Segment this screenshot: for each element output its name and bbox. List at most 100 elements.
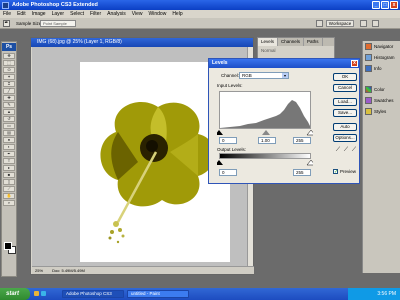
taskbar: start Adobe Photoshop CS3 untitled - Pai… xyxy=(0,288,400,300)
magic-wand-tool-icon[interactable]: ✦ xyxy=(3,74,15,80)
auto-button[interactable]: Auto xyxy=(333,123,357,131)
white-eyedropper-icon[interactable]: ⟋ xyxy=(351,147,357,154)
history-brush-tool-icon[interactable]: ↺ xyxy=(3,116,15,122)
color-icon xyxy=(365,86,372,93)
bridge-icon[interactable] xyxy=(316,20,323,27)
eyedropper-tool-icon[interactable]: ✒ xyxy=(3,20,10,27)
clock[interactable]: 3:56 PM xyxy=(377,291,396,297)
blend-mode[interactable]: Normal xyxy=(258,46,334,55)
ok-button[interactable]: OK xyxy=(333,73,357,81)
channel-value: RGB xyxy=(242,73,252,78)
chevron-down-icon: ▾ xyxy=(282,73,288,78)
levels-close-button[interactable]: x xyxy=(351,60,358,67)
gradient-tool-icon[interactable]: ▤ xyxy=(3,130,15,136)
close-button[interactable]: x xyxy=(390,1,398,9)
histogram-graph xyxy=(220,100,310,128)
output-black-field[interactable]: 0 xyxy=(219,169,237,176)
dock-swatches[interactable]: Swatches xyxy=(363,95,400,106)
lasso-tool-icon[interactable]: ʘ xyxy=(3,67,15,73)
palette-well-icon-2[interactable] xyxy=(372,20,379,27)
document-status-bar: 25% Doc: 5.49M/5.49M xyxy=(32,266,254,274)
channel-label: Channel: xyxy=(221,73,240,78)
levels-title-bar[interactable]: Levels x xyxy=(209,59,359,68)
blur-tool-icon[interactable]: ● xyxy=(3,137,15,143)
doc-info[interactable]: Doc: 5.49M/5.49M xyxy=(52,267,85,275)
menu-layer[interactable]: Layer xyxy=(52,11,65,17)
sample-size-label: Sample Size: xyxy=(16,21,43,26)
menu-image[interactable]: Image xyxy=(32,11,46,17)
black-eyedropper-icon[interactable]: ⟋ xyxy=(335,147,341,154)
cancel-button[interactable]: Cancel xyxy=(333,84,357,92)
menu-bar: File Edit Image Layer Select Filter Anal… xyxy=(0,10,400,18)
move-tool-icon[interactable]: ✥ xyxy=(3,53,15,59)
histogram-icon xyxy=(365,54,372,61)
ps-logo[interactable]: Ps xyxy=(2,43,16,51)
eraser-tool-icon[interactable]: ▭ xyxy=(3,123,15,129)
toolbox: Ps ✥ ⬚ ʘ ✦ ⌗ ╱ ✚ ✎ ▲ ↺ ▭ ▤ ● ◐ ✒ T ▸ ■ ▯… xyxy=(1,41,17,277)
start-button[interactable]: start xyxy=(0,288,30,300)
task-photoshop[interactable]: Adobe Photoshop CS3 xyxy=(62,290,124,298)
document-title-bar[interactable]: IMG (68).jpg @ 25% (Layer 1, RGB/8) xyxy=(31,38,253,47)
options-button[interactable]: Options... xyxy=(333,134,357,142)
marquee-tool-icon[interactable]: ⬚ xyxy=(3,60,15,66)
eyedropper-tool-icon-2[interactable]: ⟋ xyxy=(3,186,15,192)
minimize-button[interactable]: _ xyxy=(372,1,380,9)
menu-view[interactable]: View xyxy=(132,11,143,17)
menu-file[interactable]: File xyxy=(3,11,11,17)
dock-styles[interactable]: Styles xyxy=(363,106,400,117)
right-dock: Navigator Histogram Info Color Swatches … xyxy=(362,41,400,273)
document-title: IMG (68).jpg @ 25% (Layer 1, RGB/8) xyxy=(37,39,122,45)
maximize-button[interactable]: □ xyxy=(381,1,389,9)
dock-color[interactable]: Color xyxy=(363,84,400,95)
pen-tool-icon[interactable]: ✒ xyxy=(3,151,15,157)
menu-help[interactable]: Help xyxy=(172,11,182,17)
input-sliders[interactable] xyxy=(217,130,313,136)
zoom-tool-icon[interactable]: ⌕ xyxy=(3,200,15,206)
quicklaunch-icon-2[interactable] xyxy=(41,291,46,296)
menu-edit[interactable]: Edit xyxy=(17,11,26,17)
shape-tool-icon[interactable]: ■ xyxy=(3,172,15,178)
window-title: Adobe Photoshop CS3 Extended xyxy=(12,2,98,8)
crop-tool-icon[interactable]: ⌗ xyxy=(3,81,15,87)
preview-label: Preview xyxy=(340,169,357,174)
save-button[interactable]: Save... xyxy=(333,109,357,117)
input-black-field[interactable]: 0 xyxy=(219,137,237,144)
tab-channels[interactable]: Channels xyxy=(278,38,305,46)
palette-well-icon[interactable] xyxy=(360,20,367,27)
task-paint[interactable]: untitled - Paint xyxy=(127,290,189,298)
dock-navigator[interactable]: Navigator xyxy=(363,41,400,52)
input-white-field[interactable]: 255 xyxy=(293,137,311,144)
foreground-color-swatch[interactable] xyxy=(4,242,12,250)
dodge-tool-icon[interactable]: ◐ xyxy=(3,144,15,150)
brush-tool-icon[interactable]: ✎ xyxy=(3,102,15,108)
healing-tool-icon[interactable]: ✚ xyxy=(3,95,15,101)
type-tool-icon[interactable]: T xyxy=(3,158,15,164)
output-sliders[interactable] xyxy=(217,160,313,166)
menu-window[interactable]: Window xyxy=(149,11,167,17)
path-select-tool-icon[interactable]: ▸ xyxy=(3,165,15,171)
preview-checkbox[interactable]: ✓ Preview xyxy=(333,169,357,175)
tab-levels[interactable]: Levels xyxy=(258,38,279,46)
input-gamma-field[interactable]: 1.00 xyxy=(258,137,276,144)
tab-paths[interactable]: Paths xyxy=(304,38,323,46)
stamp-tool-icon[interactable]: ▲ xyxy=(3,109,15,115)
slice-tool-icon[interactable]: ╱ xyxy=(3,88,15,94)
zoom-level[interactable]: 25% xyxy=(35,267,43,275)
channel-select[interactable]: RGB ▾ xyxy=(239,72,289,79)
menu-select[interactable]: Select xyxy=(70,11,84,17)
output-white-field[interactable]: 255 xyxy=(293,169,311,176)
sample-size-select[interactable]: Point Sample xyxy=(40,20,76,27)
menu-analysis[interactable]: Analysis xyxy=(107,11,126,17)
load-button[interactable]: Load... xyxy=(333,98,357,106)
dock-color-label: Color xyxy=(374,87,385,92)
notes-tool-icon[interactable]: ▯ xyxy=(3,179,15,185)
gray-eyedropper-icon[interactable]: ⟋ xyxy=(343,147,349,154)
input-levels-label: Input Levels: xyxy=(217,83,243,88)
hand-tool-icon[interactable]: ✋ xyxy=(3,193,15,199)
workspace-button[interactable]: Workspace xyxy=(326,20,354,27)
title-bar: Adobe Photoshop CS3 Extended _ □ x xyxy=(0,0,400,10)
menu-filter[interactable]: Filter xyxy=(90,11,101,17)
dock-info[interactable]: Info xyxy=(363,63,400,74)
quicklaunch-icon-1[interactable] xyxy=(34,291,39,296)
dock-histogram[interactable]: Histogram xyxy=(363,52,400,63)
